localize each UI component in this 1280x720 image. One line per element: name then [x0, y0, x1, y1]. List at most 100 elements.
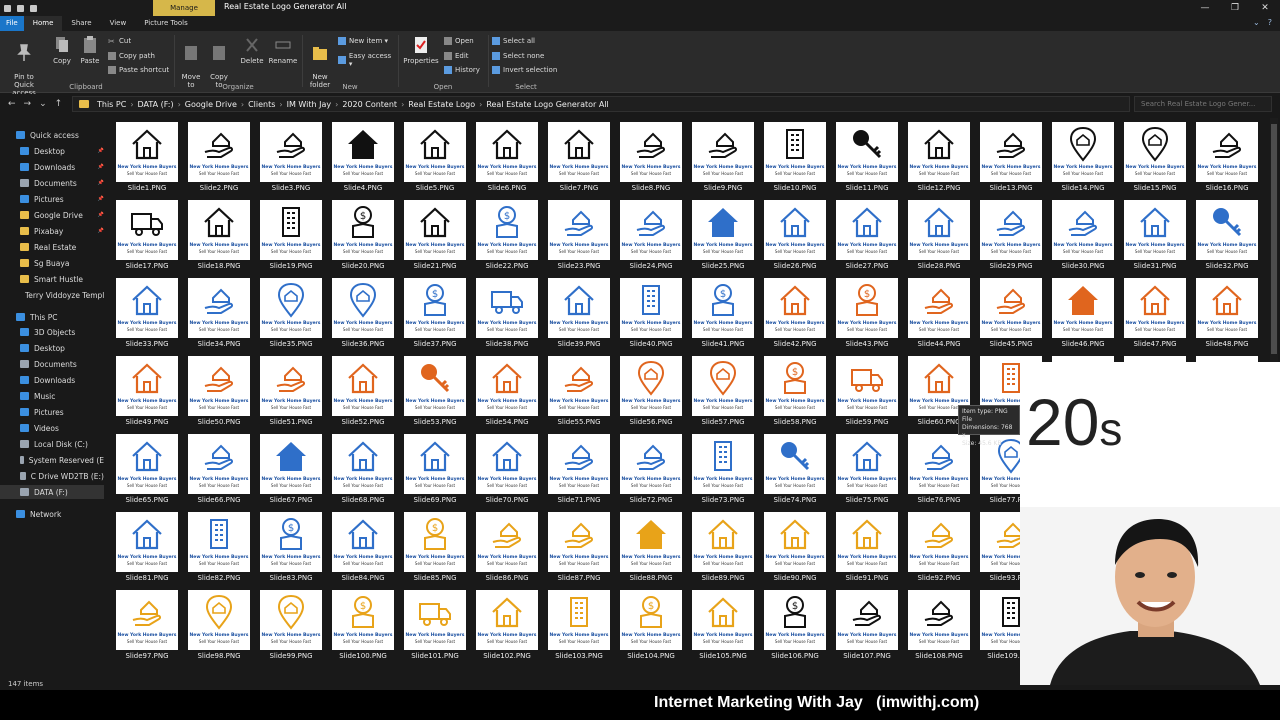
- copy-path-button[interactable]: Copy path: [108, 52, 155, 60]
- file-item[interactable]: New York Home BuyersSell Your House Fast…: [184, 118, 254, 194]
- paste-shortcut-button[interactable]: Paste shortcut: [108, 66, 169, 74]
- file-item[interactable]: New York Home BuyersSell Your House Fast…: [328, 352, 398, 428]
- copy-to-button[interactable]: Copy to: [206, 35, 232, 89]
- chevron-right-icon[interactable]: ›: [130, 100, 133, 109]
- file-item[interactable]: New York Home BuyersSell Your House Fast…: [832, 352, 902, 428]
- file-item[interactable]: New York Home BuyersSell Your House Fast…: [328, 118, 398, 194]
- nav-item[interactable]: Pictures 📌: [0, 192, 104, 206]
- file-item[interactable]: New York Home BuyersSell Your House Fast…: [328, 508, 398, 584]
- nav-item[interactable]: Smart Hustle: [0, 272, 104, 286]
- back-arrow-icon[interactable]: ←: [8, 99, 16, 109]
- file-item[interactable]: New York Home BuyersSell Your House Fast…: [1120, 274, 1190, 350]
- save-icon[interactable]: [4, 4, 11, 12]
- file-item[interactable]: New York Home BuyersSell Your House Fast…: [976, 196, 1046, 272]
- nav-item[interactable]: Terry Viddoyze Templ: [0, 288, 104, 302]
- file-item[interactable]: New York Home BuyersSell Your House Fast…: [688, 430, 758, 506]
- invert-selection-button[interactable]: Invert selection: [492, 66, 557, 74]
- file-item[interactable]: $ New York Home Buyers Sell Your House Fas…: [472, 196, 542, 272]
- edit-button[interactable]: Edit: [444, 52, 469, 60]
- file-item[interactable]: New York Home BuyersSell Your House Fast…: [760, 118, 830, 194]
- nav-item[interactable]: Music: [0, 389, 104, 403]
- breadcrumb-item[interactable]: DATA (F:): [138, 100, 174, 109]
- nav-item[interactable]: C Drive WD2TB (E:): [0, 469, 104, 483]
- help-icon[interactable]: ?: [1268, 18, 1272, 27]
- nav-item[interactable]: Documents: [0, 357, 104, 371]
- file-item[interactable]: New York Home BuyersSell Your House Fast…: [184, 274, 254, 350]
- properties-button[interactable]: Properties: [402, 35, 440, 65]
- file-item[interactable]: New York Home BuyersSell Your House Fast…: [832, 196, 902, 272]
- easy-access-button[interactable]: Easy access ▾: [338, 52, 396, 68]
- nav-item[interactable]: DATA (F:): [0, 485, 104, 499]
- history-button[interactable]: History: [444, 66, 480, 74]
- file-item[interactable]: New York Home BuyersSell Your House Fast…: [184, 352, 254, 428]
- delete-button[interactable]: Delete: [238, 35, 266, 65]
- file-item[interactable]: $ New York Home Buyers Sell Your House Fas…: [400, 274, 470, 350]
- file-item[interactable]: New York Home BuyersSell Your House Fast…: [1120, 196, 1190, 272]
- chevron-right-icon[interactable]: ›: [178, 100, 181, 109]
- select-none-button[interactable]: Select none: [492, 52, 544, 60]
- file-item[interactable]: New York Home BuyersSell Your House Fast…: [112, 352, 182, 428]
- file-item[interactable]: New York Home BuyersSell Your House Fast…: [472, 118, 542, 194]
- file-item[interactable]: $ New York Home Buyers Sell Your House Fas…: [256, 508, 326, 584]
- nav-item[interactable]: Pictures: [0, 405, 104, 419]
- nav-item[interactable]: Real Estate: [0, 240, 104, 254]
- tab-share[interactable]: Share: [62, 16, 100, 31]
- breadcrumb-item[interactable]: Real Estate Logo: [408, 100, 475, 109]
- file-item[interactable]: New York Home BuyersSell Your House Fast…: [688, 586, 758, 662]
- file-item[interactable]: New York Home BuyersSell Your House Fast…: [904, 196, 974, 272]
- nav-item[interactable]: Google Drive 📌: [0, 208, 104, 222]
- file-item[interactable]: New York Home BuyersSell Your House Fast…: [400, 430, 470, 506]
- file-item[interactable]: $ New York Home Buyers Sell Your House Fas…: [328, 196, 398, 272]
- file-item[interactable]: New York Home BuyersSell Your House Fast…: [688, 196, 758, 272]
- chevron-right-icon[interactable]: ›: [479, 100, 482, 109]
- file-item[interactable]: New York Home BuyersSell Your House Fast…: [112, 274, 182, 350]
- file-item[interactable]: New York Home BuyersSell Your House Fast…: [976, 118, 1046, 194]
- chevron-right-icon[interactable]: ›: [279, 100, 282, 109]
- search-input[interactable]: Search Real Estate Logo Gener...: [1134, 96, 1272, 112]
- file-item[interactable]: New York Home BuyersSell Your House Fast…: [760, 508, 830, 584]
- file-item[interactable]: New York Home BuyersSell Your House Fast…: [1120, 118, 1190, 194]
- nav-item[interactable]: Sg Buaya: [0, 256, 104, 270]
- file-item[interactable]: New York Home BuyersSell Your House Fast…: [904, 586, 974, 662]
- breadcrumb-item[interactable]: IM With Jay: [287, 100, 332, 109]
- file-item[interactable]: New York Home BuyersSell Your House Fast…: [688, 118, 758, 194]
- nav-item[interactable]: Network: [0, 507, 104, 521]
- new-item-button[interactable]: New item ▾: [338, 37, 388, 45]
- file-item[interactable]: New York Home BuyersSell Your House Fast…: [472, 586, 542, 662]
- file-item[interactable]: New York Home BuyersSell Your House Fast…: [832, 430, 902, 506]
- file-item[interactable]: $ New York Home Buyers Sell Your House Fas…: [760, 352, 830, 428]
- file-item[interactable]: New York Home BuyersSell Your House Fast…: [904, 508, 974, 584]
- file-item[interactable]: New York Home BuyersSell Your House Fast…: [616, 430, 686, 506]
- file-item[interactable]: New York Home BuyersSell Your House Fast…: [400, 118, 470, 194]
- tab-picture-tools[interactable]: Picture Tools: [135, 16, 197, 31]
- file-item[interactable]: New York Home BuyersSell Your House Fast…: [112, 508, 182, 584]
- chevron-right-icon[interactable]: ›: [241, 100, 244, 109]
- file-item[interactable]: New York Home BuyersSell Your House Fast…: [472, 274, 542, 350]
- file-item[interactable]: New York Home BuyersSell Your House Fast…: [616, 118, 686, 194]
- file-item[interactable]: $ New York Home Buyers Sell Your House Fas…: [832, 274, 902, 350]
- file-item[interactable]: New York Home BuyersSell Your House Fast…: [760, 196, 830, 272]
- file-item[interactable]: New York Home BuyersSell Your House Fast…: [616, 274, 686, 350]
- file-item[interactable]: New York Home BuyersSell Your House Fast…: [832, 118, 902, 194]
- breadcrumb-item[interactable]: Clients: [248, 100, 275, 109]
- breadcrumb-item[interactable]: Google Drive: [185, 100, 237, 109]
- recent-chevron-icon[interactable]: ⌄: [39, 99, 47, 109]
- nav-item[interactable]: Downloads: [0, 373, 104, 387]
- file-item[interactable]: New York Home BuyersSell Your House Fast…: [544, 274, 614, 350]
- minimize-button[interactable]: —: [1190, 0, 1220, 16]
- file-item[interactable]: New York Home BuyersSell Your House Fast…: [832, 586, 902, 662]
- folder-icon[interactable]: [17, 4, 24, 12]
- nav-item[interactable]: Desktop: [0, 341, 104, 355]
- forward-arrow-icon[interactable]: →: [24, 99, 32, 109]
- chevron-right-icon[interactable]: ›: [335, 100, 338, 109]
- file-item[interactable]: New York Home BuyersSell Your House Fast…: [688, 352, 758, 428]
- file-item[interactable]: New York Home BuyersSell Your House Fast…: [904, 118, 974, 194]
- scrollbar-thumb[interactable]: [1271, 124, 1277, 354]
- close-button[interactable]: ✕: [1250, 0, 1280, 16]
- file-item[interactable]: $ New York Home Buyers Sell Your House Fas…: [760, 586, 830, 662]
- file-item[interactable]: $ New York Home Buyers Sell Your House Fas…: [400, 508, 470, 584]
- file-item[interactable]: New York Home BuyersSell Your House Fast…: [1192, 196, 1262, 272]
- nav-item[interactable]: Pixabay 📌: [0, 224, 104, 238]
- file-item[interactable]: $ New York Home Buyers Sell Your House Fas…: [328, 586, 398, 662]
- file-item[interactable]: New York Home BuyersSell Your House Fast…: [184, 508, 254, 584]
